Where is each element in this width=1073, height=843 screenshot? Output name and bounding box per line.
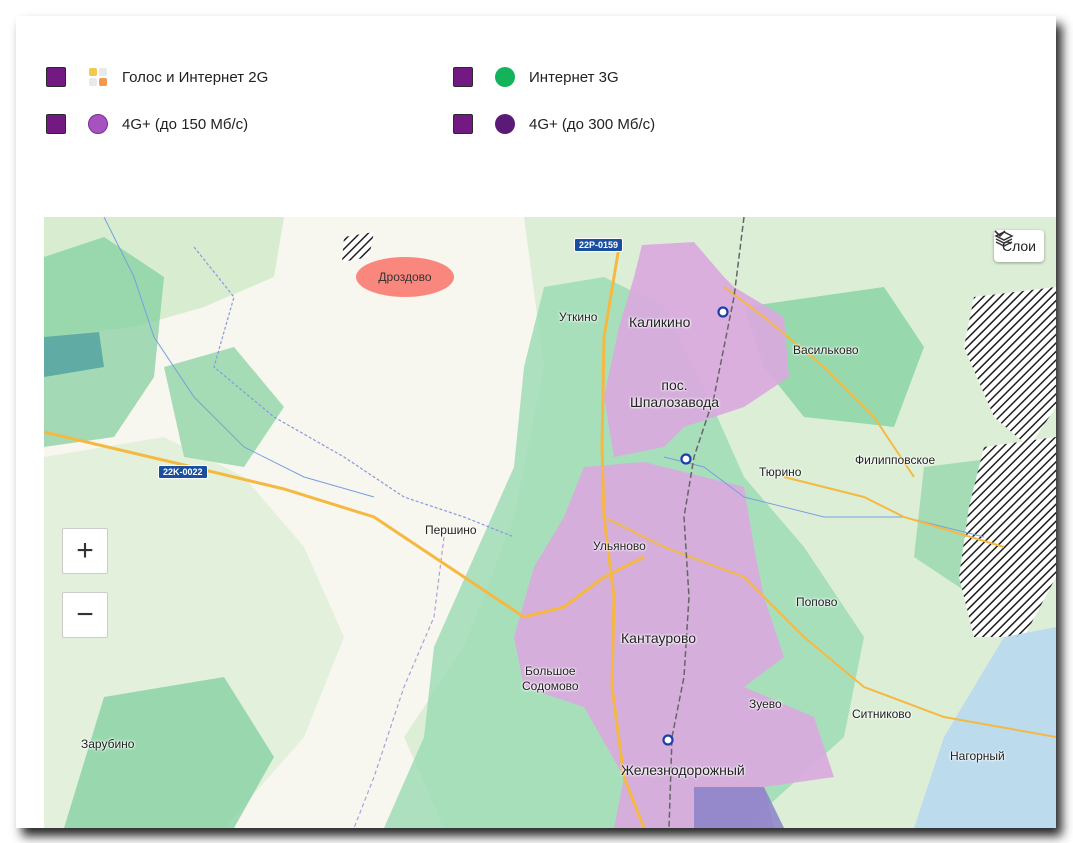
- legend-item-3g[interactable]: Интернет 3G: [453, 65, 619, 89]
- layers-button[interactable]: Слои: [993, 230, 1044, 262]
- legend-label-4g-300: 4G+ (до 300 Мб/с): [529, 115, 656, 133]
- place-vasilkovo: Васильково: [793, 343, 859, 357]
- place-turino: Тюрино: [759, 465, 802, 479]
- 3g-coverage-icon: [495, 67, 515, 87]
- place-pershino: Першино: [425, 523, 477, 537]
- road-label-22p-0159: 22P-0159: [574, 238, 624, 252]
- station-marker: [717, 306, 729, 318]
- legend-item-4g-150[interactable]: 4G+ (до 150 Мб/с): [46, 112, 248, 136]
- 4g-150-coverage-icon: [88, 114, 108, 134]
- zoom-in-button[interactable]: +: [62, 528, 108, 574]
- highlighted-place-drozdovo[interactable]: Дроздово: [356, 257, 454, 297]
- coverage-legend: Голос и Интернет 2G Интернет 3G 4G+ (до …: [16, 16, 1056, 216]
- road-label-22k-0022: 22K-0022: [158, 465, 208, 479]
- legend-label-2g: Голос и Интернет 2G: [122, 68, 269, 86]
- legend-label-3g: Интернет 3G: [529, 68, 619, 86]
- coverage-map[interactable]: Дроздово 22P-0159 22K-0022 Уткино Калики…: [44, 217, 1056, 828]
- place-zuevo: Зуево: [749, 697, 782, 711]
- checkbox-2g[interactable]: [46, 67, 66, 87]
- place-bolshoe-sodomovo: Большое Содомово: [522, 664, 579, 693]
- checkbox-4g-150[interactable]: [46, 114, 66, 134]
- station-marker: [662, 734, 674, 746]
- place-nagorny: Нагорный: [950, 749, 1005, 763]
- checkbox-4g-300[interactable]: [453, 114, 473, 134]
- legend-label-4g-150: 4G+ (до 150 Мб/с): [122, 115, 249, 133]
- legend-item-2g[interactable]: Голос и Интернет 2G: [46, 65, 268, 89]
- 4g-300-coverage-icon: [495, 114, 515, 134]
- zoom-out-button[interactable]: −: [62, 592, 108, 638]
- place-zarubino: Зарубино: [81, 737, 135, 751]
- coverage-card: Голос и Интернет 2G Интернет 3G 4G+ (до …: [16, 16, 1056, 828]
- place-zheleznodorozhny: Железнодорожный: [621, 762, 745, 778]
- place-sitnikovo: Ситниково: [852, 707, 912, 721]
- place-filippovskoe: Филипповское: [855, 453, 936, 467]
- place-kalikino: Каликино: [629, 314, 691, 330]
- checkbox-3g[interactable]: [453, 67, 473, 87]
- chevron-down-icon: [994, 230, 1006, 238]
- map-canvas: [44, 217, 1056, 828]
- legend-item-4g-300[interactable]: 4G+ (до 300 Мб/с): [453, 112, 655, 136]
- place-popovo: Попово: [796, 595, 838, 609]
- place-ulyanovo: Ульяново: [593, 539, 646, 553]
- place-shpalozavoda: пос. Шпалозавода: [630, 377, 720, 410]
- station-marker: [680, 453, 692, 465]
- 2g-coverage-icon: [88, 67, 108, 87]
- place-kantaurovo: Кантаурово: [621, 630, 697, 646]
- place-utkino: Уткино: [559, 310, 598, 324]
